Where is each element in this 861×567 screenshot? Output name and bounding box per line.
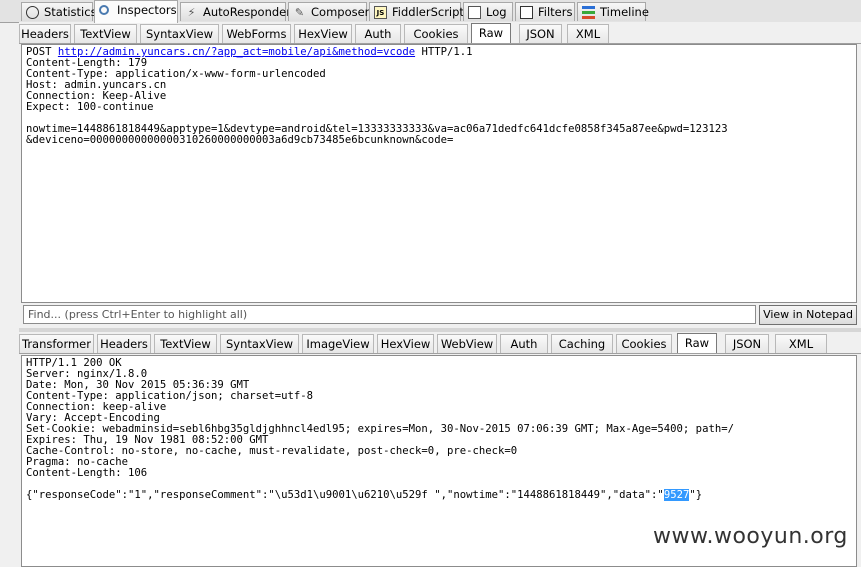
response-tab-transformer[interactable]: Transformer xyxy=(19,334,94,353)
response-line: Content-Length: 106 xyxy=(26,467,148,479)
stopwatch-icon xyxy=(26,6,39,19)
script-icon: JS xyxy=(374,6,387,19)
view-in-notepad-button[interactable]: View in Notepad xyxy=(759,305,857,325)
response-tab-auth[interactable]: Auth xyxy=(500,334,548,353)
tab-label: Statistics xyxy=(44,5,97,19)
request-inspector-tabs: Headers TextView SyntaxView WebForms Hex… xyxy=(19,22,861,44)
response-tab-headers[interactable]: Headers xyxy=(97,334,151,353)
response-line: Cache-Control: no-store, no-cache, must-… xyxy=(26,445,518,457)
tab-statistics[interactable]: Statistics xyxy=(21,2,97,21)
tab-label: Timeline xyxy=(600,5,649,19)
request-tab-headers[interactable]: Headers xyxy=(19,24,71,43)
response-tab-syntaxview[interactable]: SyntaxView xyxy=(220,334,299,353)
response-tab-textview[interactable]: TextView xyxy=(154,334,217,353)
find-input[interactable]: Find... (press Ctrl+Enter to highlight a… xyxy=(23,305,756,324)
response-tab-json[interactable]: JSON xyxy=(725,334,769,353)
tab-label: Inspectors xyxy=(117,3,177,17)
timeline-icon xyxy=(582,6,595,19)
log-icon xyxy=(468,6,481,19)
tab-label: AutoResponder xyxy=(203,5,291,19)
tab-filters[interactable]: Filters xyxy=(515,2,575,21)
request-body-line: &deviceno=00000000000000310260000000003a… xyxy=(26,134,454,146)
watermark: www.wooyun.org xyxy=(653,524,848,549)
tab-composer[interactable]: ✎ Composer xyxy=(288,2,370,21)
tab-label: FiddlerScript xyxy=(392,5,464,19)
response-line: Pragma: no-cache xyxy=(26,456,129,468)
request-raw-text[interactable]: POST http://admin.yuncars.cn/?app_act=mo… xyxy=(21,44,857,303)
tab-label: Filters xyxy=(538,5,573,19)
top-tab-strip: Statistics Inspectors ⚡ AutoResponder ✎ … xyxy=(0,0,861,23)
response-tab-hexview[interactable]: HexView xyxy=(377,334,434,353)
response-inspector-tabs: Transformer Headers TextView SyntaxView … xyxy=(19,332,861,354)
response-tab-cookies[interactable]: Cookies xyxy=(616,334,672,353)
request-tab-xml[interactable]: XML xyxy=(567,24,609,43)
magnifier-icon xyxy=(99,5,109,15)
response-tab-webview[interactable]: WebView xyxy=(437,334,497,353)
request-tab-textview[interactable]: TextView xyxy=(74,24,137,43)
tab-timeline[interactable]: Timeline xyxy=(577,2,649,21)
tab-fiddlerscript[interactable]: JS FiddlerScript xyxy=(369,2,464,21)
request-line: POST http://admin.yuncars.cn/?app_act=mo… xyxy=(26,46,473,58)
response-tab-caching[interactable]: Caching xyxy=(551,334,613,353)
tab-label: Composer xyxy=(311,5,370,19)
checkbox-icon xyxy=(520,6,533,19)
request-tab-hexview[interactable]: HexView xyxy=(294,24,352,43)
selected-data-value: 9527 xyxy=(663,489,690,501)
tab-label: Log xyxy=(486,5,507,19)
response-tab-raw[interactable]: Raw xyxy=(677,333,717,353)
tab-autoresponder[interactable]: ⚡ AutoResponder xyxy=(180,2,291,21)
tab-inspectors[interactable]: Inspectors xyxy=(94,0,178,23)
request-tab-json[interactable]: JSON xyxy=(519,24,562,43)
pencil-icon: ✎ xyxy=(294,6,305,19)
request-header-line: Expect: 100-continue xyxy=(26,101,154,113)
request-tab-webforms[interactable]: WebForms xyxy=(222,24,291,43)
lightning-icon: ⚡ xyxy=(187,6,196,19)
response-json-body: {"responseCode":"1","responseComment":"\… xyxy=(26,489,703,501)
tab-log[interactable]: Log xyxy=(463,2,513,21)
response-line: HTTP/1.1 200 OK xyxy=(26,357,122,369)
request-tab-syntaxview[interactable]: SyntaxView xyxy=(140,24,219,43)
response-tab-imageview[interactable]: ImageView xyxy=(302,334,374,353)
request-tab-raw[interactable]: Raw xyxy=(471,23,511,43)
request-tab-cookies[interactable]: Cookies xyxy=(404,24,468,43)
response-tab-xml[interactable]: XML xyxy=(775,334,827,353)
request-tab-auth[interactable]: Auth xyxy=(355,24,401,43)
